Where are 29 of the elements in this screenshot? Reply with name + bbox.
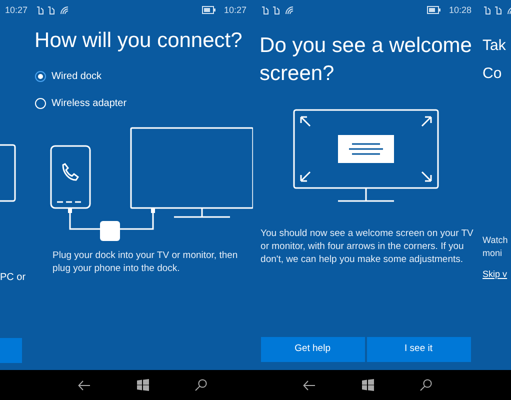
radio-option[interactable]: Wired dock — [34, 67, 253, 85]
radio-option[interactable]: Wireless adapter — [34, 94, 253, 112]
caption-text: PC or — [0, 273, 27, 283]
status-time: 10:28 — [449, 6, 472, 14]
instruction-text: You should now see a welcome screen on your TV or monitor, with four arrows in the corners. If you don't, we can help you make some adjustments. — [260, 227, 474, 266]
status-icons — [36, 6, 70, 14]
status-icons — [482, 6, 511, 14]
skip-link[interactable]: Skip v — [482, 268, 511, 282]
instruction-text: moni — [482, 247, 504, 260]
status-time: 10:27 — [5, 6, 28, 14]
search-icon[interactable] — [195, 379, 207, 391]
status-icons — [260, 6, 295, 14]
search-icon[interactable] — [420, 379, 432, 391]
action-button[interactable]: Get help — [260, 337, 365, 362]
battery-icon — [427, 6, 441, 14]
back-icon[interactable] — [78, 380, 91, 390]
battery-icon — [202, 6, 216, 14]
instruction-text: Watch — [482, 234, 509, 247]
monitor-drawing — [0, 144, 16, 202]
windows-logo-icon[interactable] — [137, 379, 149, 391]
page-title: Tak — [482, 36, 507, 56]
page-title: How will you connect? — [34, 28, 244, 54]
page-title: Co — [482, 64, 503, 84]
windows-logo-icon[interactable] — [362, 379, 374, 391]
instruction-text: Plug your dock into your TV or monitor, then plug your phone into the dock. — [52, 249, 239, 275]
action-button[interactable]: I see it — [366, 337, 471, 362]
status-time: 10:27 — [224, 6, 247, 14]
back-icon[interactable] — [303, 380, 316, 390]
page-title: Do you see a welcome screen? — [258, 33, 473, 87]
